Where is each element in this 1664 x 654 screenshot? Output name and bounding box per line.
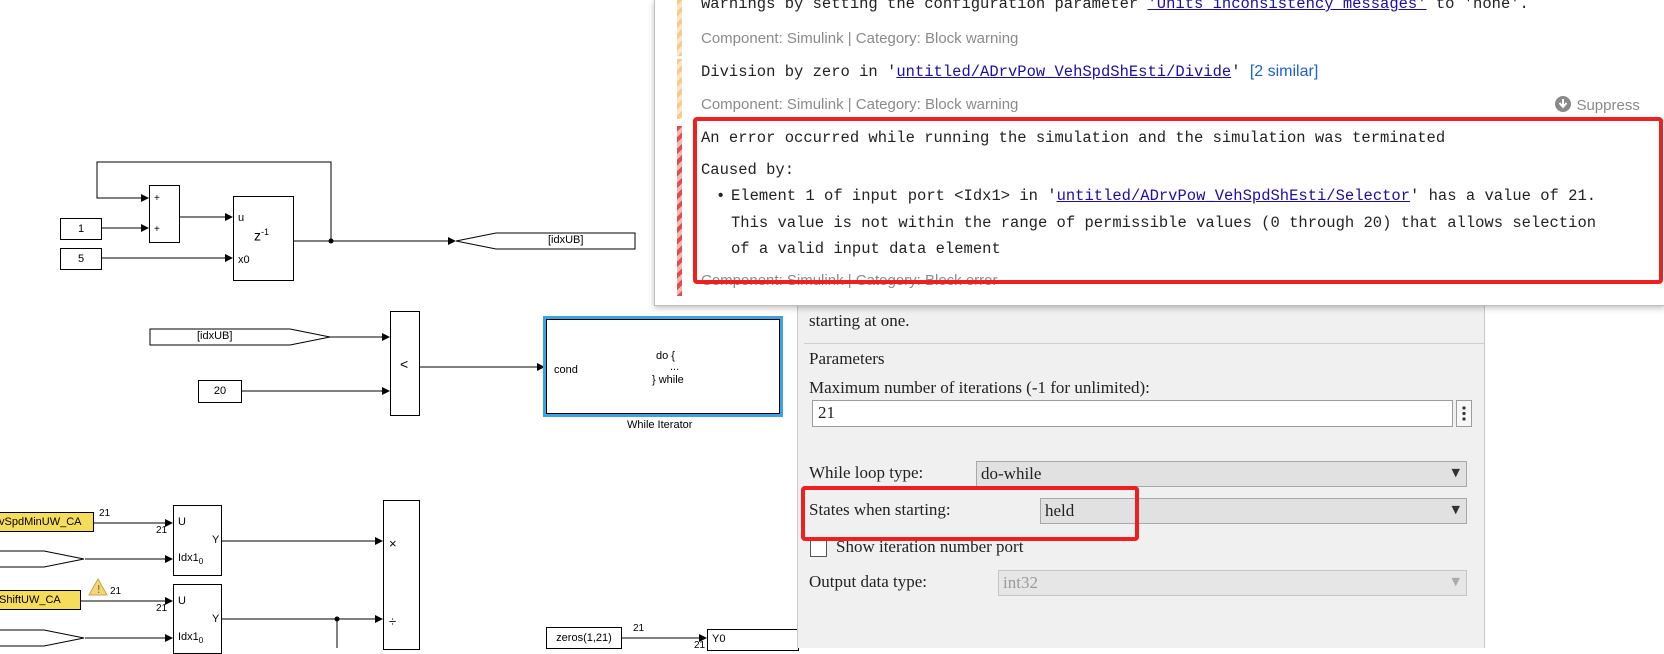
delay-exponent: -1 xyxy=(261,227,270,237)
sum-plus-top: + xyxy=(154,193,160,204)
warning2-prefix: Division by zero in ' xyxy=(701,63,897,81)
units-inconsistency-link[interactable]: 'Units inconsistency messages' xyxy=(1147,0,1426,13)
constant-1-block[interactable]: 1 xyxy=(60,218,102,240)
sum-plus-bottom: + xyxy=(154,224,160,235)
output-data-type-value: int32 xyxy=(1003,573,1038,592)
warning-stripe-1 xyxy=(677,0,682,56)
selector1-idx: Idx10 xyxy=(178,552,203,566)
warning2-message: Division by zero in 'untitled/ADrvPow_Ve… xyxy=(701,63,1318,81)
goto-idxub-block[interactable] xyxy=(456,232,636,250)
delay-z: z xyxy=(254,227,261,244)
constant-5-value: 5 xyxy=(77,253,85,265)
sum-block[interactable]: + + xyxy=(149,185,180,243)
from-idx-block-1[interactable] xyxy=(0,550,88,568)
selector2-y: Y xyxy=(212,613,220,625)
while-loop-type-value: do-while xyxy=(981,464,1042,483)
while-dots-text: ... xyxy=(670,361,680,373)
while-iterator-block[interactable]: cond do { ... } while xyxy=(543,316,783,417)
delay-input-x0: x0 xyxy=(238,254,250,266)
error-highlight-box xyxy=(693,117,1663,284)
while-loop-type-label: While loop type: xyxy=(809,463,924,482)
block-parameters-panel: starting at one. Parameters Maximum numb… xyxy=(797,305,1485,648)
y0-port-label: Y0 xyxy=(712,633,726,645)
selector-block-1[interactable]: U Y Idx10 xyxy=(173,505,222,576)
constant-5-block[interactable]: 5 xyxy=(60,248,102,270)
similar-count-link[interactable]: [2 similar] xyxy=(1250,63,1318,80)
product-multiply: × xyxy=(389,536,397,551)
chevron-down-icon: ▼ xyxy=(1451,575,1460,588)
selector2-idx: Idx10 xyxy=(178,631,203,645)
warning1-text: warnings by setting the configuration pa… xyxy=(701,0,1148,13)
while-cond-port: cond xyxy=(554,364,578,376)
selector2-idx-text: Idx1 xyxy=(178,631,199,643)
relop-symbol: < xyxy=(400,356,409,372)
states-highlight-box xyxy=(801,486,1139,541)
while-end-text: } while xyxy=(652,374,684,386)
diagnostic-viewer: warnings by setting the configuration pa… xyxy=(654,0,1664,306)
product-divide: ÷ xyxy=(389,614,397,629)
warning-triangle-icon[interactable]: ! xyxy=(88,578,108,596)
zeros-value: zeros(1,21) xyxy=(556,632,612,644)
warning2-suffix: ' xyxy=(1231,63,1241,81)
vertical-dots-icon xyxy=(1462,406,1466,421)
goto-idxub-label: [idxUB] xyxy=(548,234,584,246)
delay-z-label: z-1 xyxy=(254,227,269,244)
delay-input-u: u xyxy=(238,212,245,224)
from-idxub-label: [idxUB] xyxy=(197,330,233,342)
signal-dim-e: 21 xyxy=(633,623,645,634)
while-loop-type-select[interactable]: do-while ▼ xyxy=(976,461,1467,487)
from-idxub-block[interactable] xyxy=(149,328,331,346)
goto-vspdminuw-label: vSpdMinUW_CA xyxy=(0,516,82,528)
product-block[interactable]: × ÷ xyxy=(383,500,420,650)
divide-block-link[interactable]: untitled/ADrvPow_VehSpdShEsti/Divide xyxy=(896,63,1231,81)
signal-dim-d: 21 xyxy=(156,603,168,614)
output-data-type-select[interactable]: int32 ▼ xyxy=(998,570,1467,596)
goto-vspdminuw-block[interactable]: vSpdMinUW_CA xyxy=(0,512,94,532)
max-iterations-label: Maximum number of iterations (-1 for unl… xyxy=(809,378,1150,397)
goto-shiftuw-label: ShiftUW_CA xyxy=(0,594,61,606)
signal-dim-b: 21 xyxy=(156,525,168,536)
warning1-meta: Component: Simulink | Category: Block wa… xyxy=(701,30,1019,47)
while-iterator-name: While Iterator xyxy=(627,419,693,431)
selector-block-2[interactable]: U Y Idx10 xyxy=(173,584,222,654)
suppress-label: Suppress xyxy=(1576,97,1640,114)
warning2-meta: Component: Simulink | Category: Block wa… xyxy=(701,96,1019,113)
error-stripe xyxy=(677,126,682,296)
goto-shiftuw-block[interactable]: ShiftUW_CA xyxy=(0,590,81,610)
max-iterations-menu-button[interactable] xyxy=(1456,400,1472,427)
warning1-tail: to 'none'. xyxy=(1426,0,1529,13)
svg-text:!: ! xyxy=(97,583,101,596)
zeros-constant-block[interactable]: zeros(1,21) xyxy=(546,627,622,649)
signal-dim-c: 21 xyxy=(110,586,122,597)
selector1-y: Y xyxy=(212,534,220,546)
description-partial-text: starting at one. xyxy=(809,311,910,330)
relational-operator-block[interactable]: < xyxy=(390,311,420,416)
from-idx-block-2[interactable] xyxy=(0,629,88,647)
selector1-idx-text: Idx1 xyxy=(178,552,199,564)
signal-dim-f: 21 xyxy=(694,640,706,651)
selector2-idx-sub: 0 xyxy=(198,636,204,646)
chevron-down-icon: ▼ xyxy=(1451,466,1460,479)
unit-delay-block[interactable]: u x0 z-1 xyxy=(233,196,294,281)
suppress-icon xyxy=(1555,96,1571,112)
constant-20-value: 20 xyxy=(213,385,227,397)
show-iteration-checkbox[interactable] xyxy=(810,540,827,557)
constant-1-value: 1 xyxy=(77,223,85,235)
selector1-u: U xyxy=(178,516,186,528)
output-data-type-label: Output data type: xyxy=(809,572,928,591)
selector1-idx-sub: 0 xyxy=(198,557,204,567)
suppress-button[interactable]: Suppress xyxy=(1554,95,1640,115)
warning1-message: warnings by setting the configuration pa… xyxy=(701,0,1529,13)
max-iterations-input[interactable]: 21 xyxy=(812,400,1453,427)
chevron-down-icon: ▼ xyxy=(1451,503,1460,516)
signal-dim-a: 21 xyxy=(99,508,111,519)
warning-stripe-2 xyxy=(677,59,682,119)
constant-20-block[interactable]: 20 xyxy=(198,380,242,403)
selector2-u: U xyxy=(178,595,186,607)
parameters-group-title: Parameters xyxy=(809,349,885,368)
